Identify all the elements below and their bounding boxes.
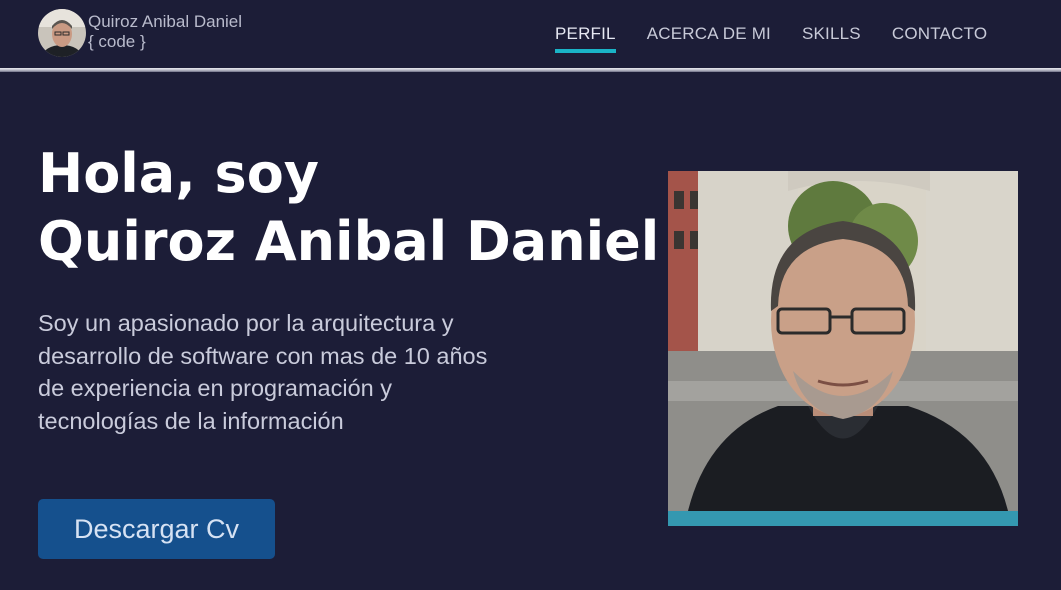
header-divider — [0, 68, 1061, 72]
avatar — [38, 9, 86, 57]
download-cv-button[interactable]: Descargar Cv — [38, 499, 275, 559]
nav-item-skills[interactable]: SKILLS — [802, 24, 861, 44]
hero-name: Quiroz Anibal Daniel — [38, 210, 660, 273]
nav-item-acerca-de-mi[interactable]: ACERCA DE MI — [647, 24, 771, 44]
nav-item-contacto[interactable]: CONTACTO — [892, 24, 987, 44]
hero-title: Hola, soy Quiroz Anibal Daniel — [38, 140, 659, 276]
hero-description: Soy un apasionado por la arquitectura y … — [38, 310, 488, 434]
brand-name: Quiroz Anibal Daniel — [88, 12, 243, 31]
profile-photo — [668, 171, 1018, 511]
photo-accent-bar — [668, 511, 1018, 526]
brand-tagline: { code } — [88, 32, 146, 51]
profile-photo-icon — [668, 171, 1018, 511]
site-header: Quiroz Anibal Daniel { code } PERFIL ACE… — [0, 0, 1061, 68]
brand[interactable]: Quiroz Anibal Daniel { code } — [38, 9, 242, 57]
nav-item-perfil[interactable]: PERFIL — [555, 24, 616, 53]
avatar-photo-icon — [38, 9, 86, 57]
hero-greeting: Hola, soy — [38, 142, 319, 205]
main-nav: PERFIL ACERCA DE MI SKILLS CONTACTO — [555, 24, 1018, 53]
